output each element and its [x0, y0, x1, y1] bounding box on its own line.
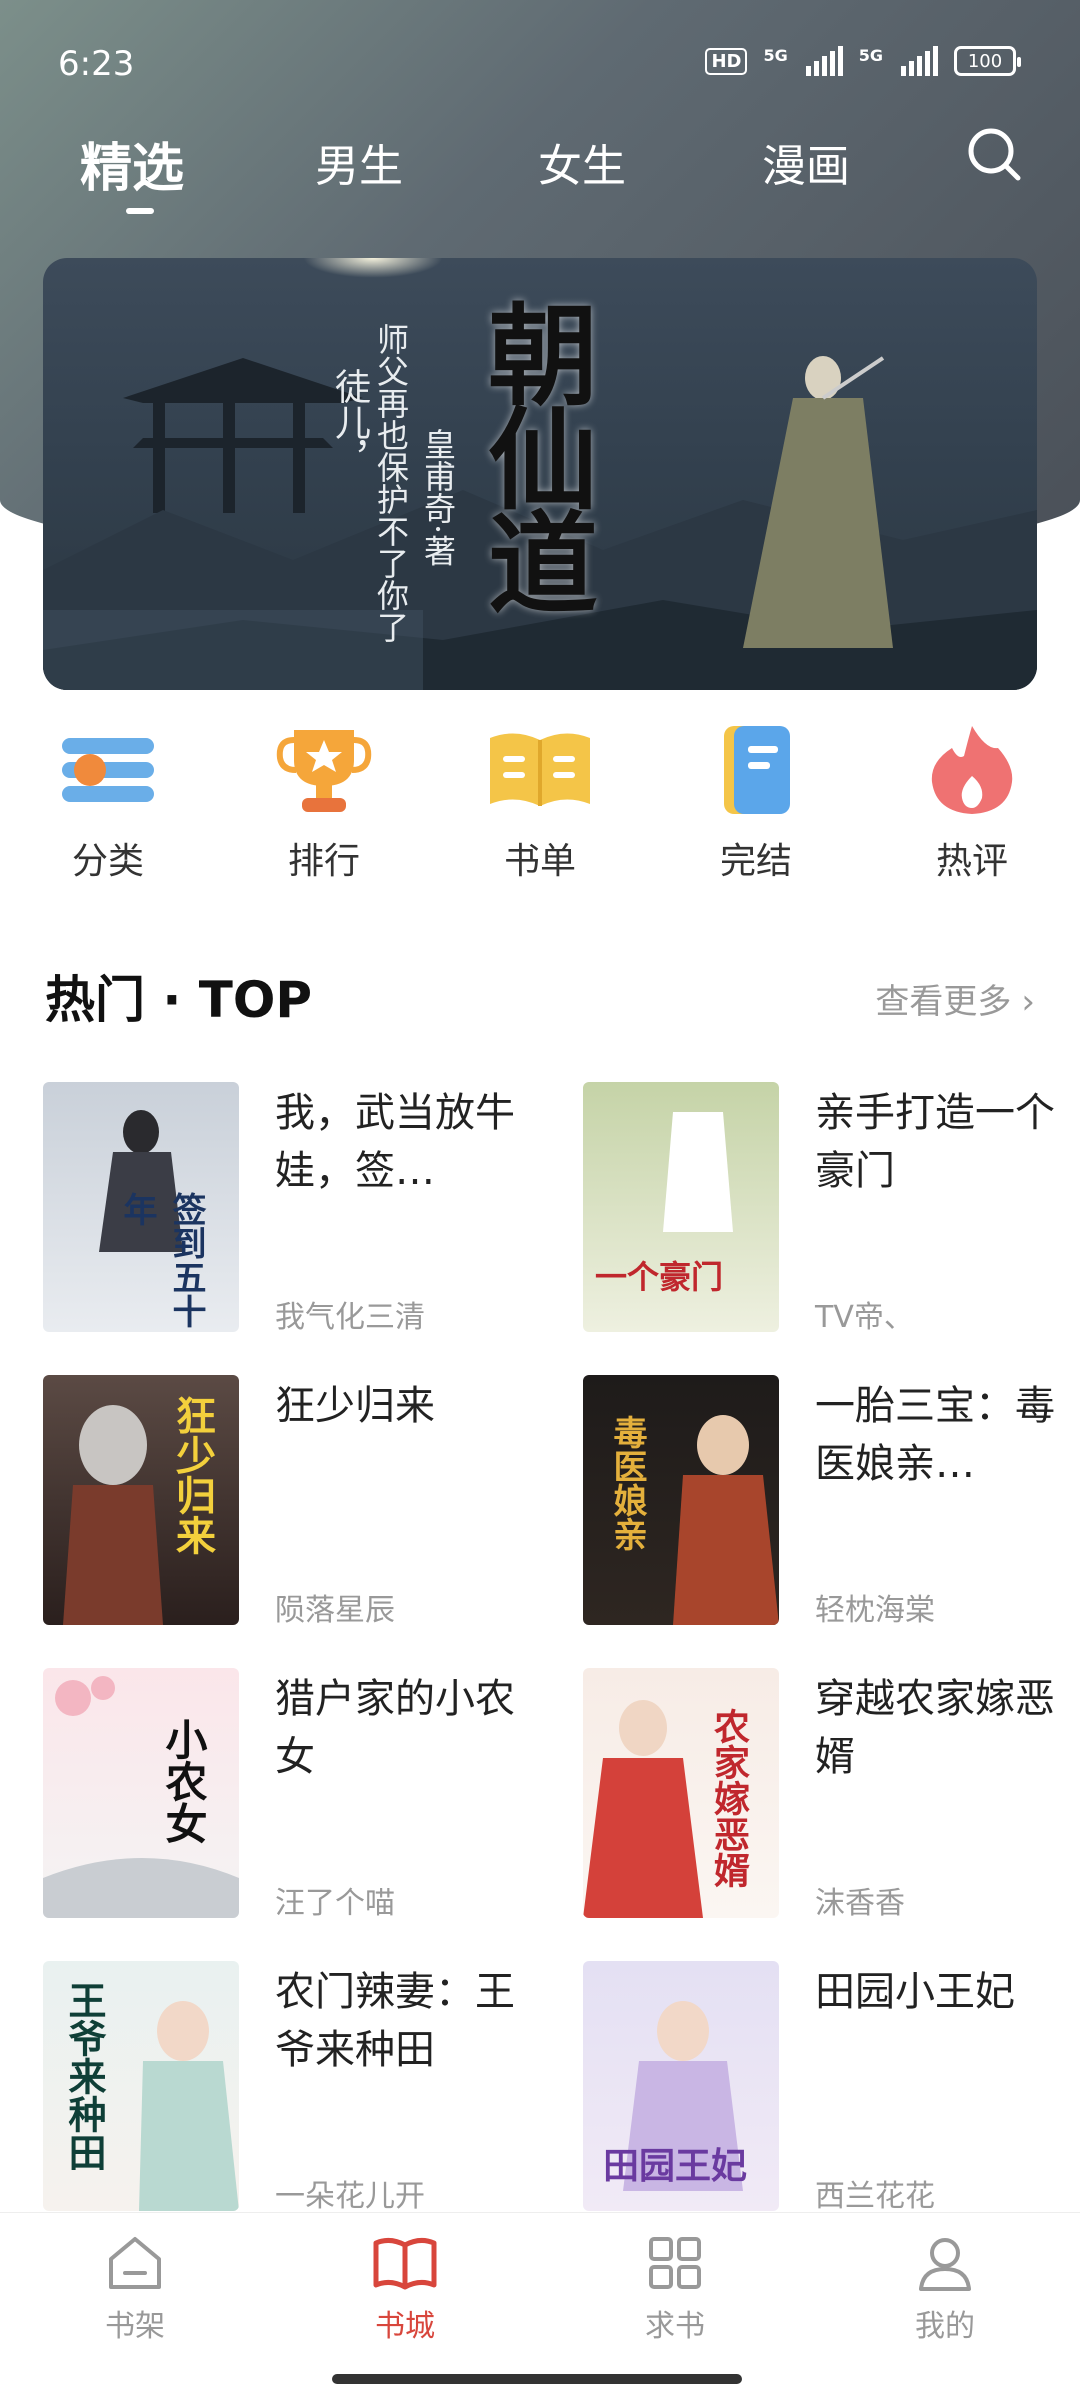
user-icon [919, 2238, 971, 2291]
book-list-icon [490, 733, 590, 806]
grid-icon [649, 2237, 701, 2289]
book-title: 农门辣妻：王爷来种田 [275, 1969, 515, 2073]
quick-nav-finished-label: 完结 [719, 841, 792, 882]
status-time: 6:23 [58, 44, 135, 84]
book-author: TV帝、 [815, 1300, 914, 1335]
section-title: 热门 · TOP [45, 971, 313, 1029]
tab-male[interactable]: 男生 [315, 130, 403, 194]
book-cover: 签到五十年 [43, 1082, 239, 1332]
nav-bookstore[interactable]: 书城 [325, 2233, 485, 2345]
book-card[interactable]: 狂少归来 狂少归来 陨落星辰 [43, 1375, 523, 1628]
book-title: 亲手打造一个豪门 [815, 1090, 1055, 1194]
finished-icon [724, 726, 790, 814]
moon-glow [303, 258, 443, 278]
nav-bookstore-label: 书城 [375, 2309, 435, 2344]
cover-text: 一个豪门 [595, 1258, 724, 1296]
book-card[interactable]: 小农女 猎户家的小农女 汪了个喵 [43, 1668, 523, 1921]
banner-title: 朝仙道 [469, 298, 598, 610]
search-icon[interactable] [966, 126, 1022, 182]
cover-text: 田园王妃 [603, 2145, 748, 2187]
quick-nav-hot-reviews-label: 热评 [935, 841, 1008, 882]
cover-text: 小农女 [159, 1718, 208, 1844]
nav-request-label: 求书 [645, 2309, 705, 2344]
tab-comics[interactable]: 漫画 [762, 130, 850, 194]
view-more-link[interactable]: 查看更多 › [875, 974, 1035, 1023]
network-5g-label: 5G [763, 46, 788, 65]
book-cover: 王爷来种田 [43, 1961, 239, 2211]
book-author: 沫香香 [815, 1886, 905, 1921]
quick-nav-booklist[interactable]: 书单 [470, 720, 610, 884]
status-bar: 6:23 HD 5G 5G 100 [0, 0, 1080, 120]
book-title: 狂少归来 [275, 1383, 435, 1429]
book-card[interactable]: 签到五十年 我，武当放牛娃，签… 我气化三清 [43, 1082, 523, 1335]
cover-text: 签到五十年 [117, 1192, 206, 1328]
cover-text: 农家嫁恶婿 [708, 1708, 750, 1888]
book-author: 陨落星辰 [275, 1593, 395, 1628]
swordsman-illustration [743, 356, 893, 648]
book-title: 我，武当放牛娃，签… [275, 1090, 515, 1194]
quick-nav-hot-reviews[interactable]: 热评 [902, 720, 1042, 884]
book-card[interactable]: 农家嫁恶婿 穿越农家嫁恶婿 沫香香 [583, 1668, 1063, 1921]
book-card[interactable]: 田园王妃 田园小王妃 西兰花花 [583, 1961, 1063, 2214]
view-more-label: 查看更多 [875, 982, 1012, 1022]
nav-bookshelf[interactable]: 书架 [55, 2233, 215, 2345]
chevron-right-icon: › [1021, 982, 1035, 1022]
book-author: 汪了个喵 [275, 1886, 395, 1921]
open-book-icon [373, 2237, 437, 2290]
hd-icon: HD [705, 47, 748, 75]
battery-icon: 100 [954, 46, 1021, 76]
tab-indicator [126, 208, 154, 214]
book-cover: 狂少归来 [43, 1375, 239, 1625]
signal-icon-2 [901, 46, 938, 76]
tab-female[interactable]: 女生 [538, 130, 626, 194]
book-title: 穿越农家嫁恶婿 [815, 1676, 1055, 1780]
book-author: 西兰花花 [815, 2179, 935, 2214]
trophy-icon [276, 730, 372, 812]
cover-text: 王爷来种田 [62, 1981, 107, 2171]
quick-nav-category-label: 分类 [71, 841, 144, 882]
quick-nav-ranking[interactable]: 排行 [254, 720, 394, 884]
book-card[interactable]: 一个豪门 亲手打造一个豪门 TV帝、 [583, 1082, 1063, 1335]
nav-profile-label: 我的 [915, 2309, 975, 2344]
fire-icon [931, 726, 1013, 814]
promo-banner[interactable]: 徒儿， 师父再也保护不了你了 皇甫奇·著 朝仙道 [43, 258, 1037, 690]
book-cover: 农家嫁恶婿 [583, 1668, 779, 1918]
nav-profile[interactable]: 我的 [865, 2233, 1025, 2345]
book-author: 我气化三清 [275, 1300, 425, 1335]
book-title: 猎户家的小农女 [275, 1676, 515, 1780]
book-author: 轻枕海棠 [815, 1593, 935, 1628]
quick-nav-booklist-label: 书单 [503, 841, 576, 882]
top-tabs: 精选 男生 女生 漫画 [0, 120, 1080, 220]
quick-nav-category[interactable]: 分类 [38, 720, 178, 884]
cover-text: 狂少归来 [169, 1395, 216, 1555]
banner-tagline-2: 师父再也保护不了你了 [372, 323, 410, 643]
book-cover: 田园王妃 [583, 1961, 779, 2211]
book-cover: 毒医娘亲 [583, 1375, 779, 1625]
quick-nav: 分类 排行 书单 完结 热评 [0, 720, 1080, 900]
nav-request[interactable]: 求书 [595, 2233, 755, 2345]
book-author: 一朵花儿开 [275, 2179, 425, 2214]
status-icons: HD 5G 5G 100 [705, 46, 1021, 76]
tab-featured[interactable]: 精选 [80, 126, 184, 201]
quick-nav-finished[interactable]: 完结 [686, 720, 826, 884]
quick-nav-ranking-label: 排行 [287, 841, 360, 882]
book-card[interactable]: 毒医娘亲 一胎三宝：毒医娘亲… 轻枕海棠 [583, 1375, 1063, 1628]
book-title: 田园小王妃 [815, 1969, 1015, 2015]
book-card[interactable]: 王爷来种田 农门辣妻：王爷来种田 一朵花儿开 [43, 1961, 523, 2214]
home-indicator[interactable] [332, 2374, 742, 2384]
network-5g-label-2: 5G [858, 46, 883, 65]
book-title: 一胎三宝：毒医娘亲… [815, 1383, 1055, 1487]
home-icon [109, 2237, 161, 2289]
cover-text: 毒医娘亲 [607, 1415, 647, 1551]
nav-bookshelf-label: 书架 [105, 2309, 165, 2344]
hot-top-header: 热门 · TOP 查看更多 › [45, 960, 1035, 1030]
book-cover: 小农女 [43, 1668, 239, 1918]
category-icon [62, 738, 154, 802]
signal-icon [805, 46, 843, 76]
book-cover: 一个豪门 [583, 1082, 779, 1332]
